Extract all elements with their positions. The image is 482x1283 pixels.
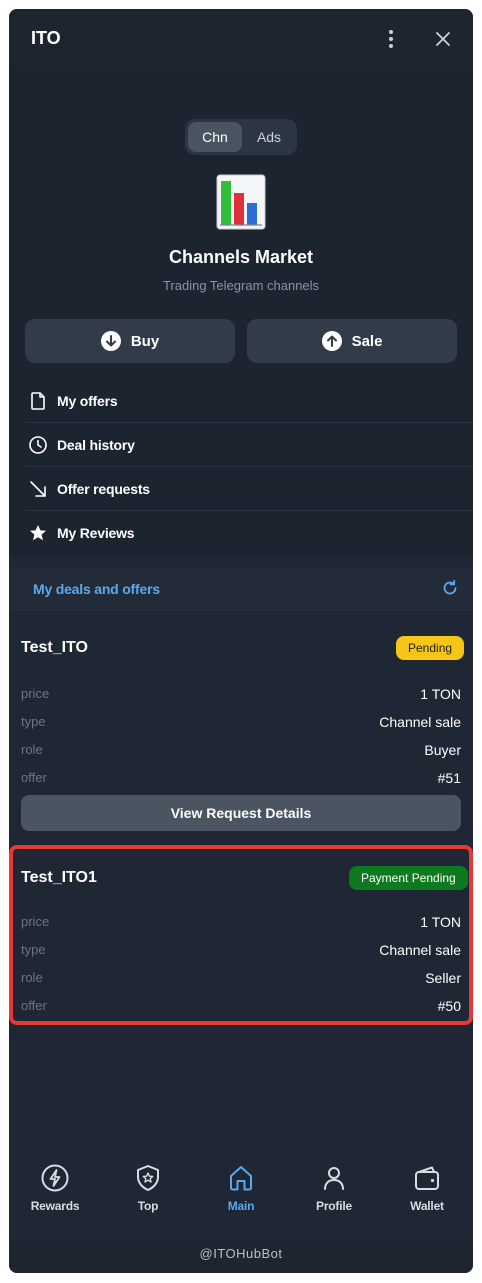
view-request-details-button[interactable]: View Request Details (21, 795, 461, 831)
row-key: type (21, 714, 46, 729)
deals-section-header: My deals and offers (9, 567, 473, 611)
window-title: ITO (31, 28, 61, 48)
category-switch: Chn Ads (185, 119, 297, 155)
refresh-icon[interactable] (441, 579, 459, 597)
arrow-down-circle-icon (100, 331, 121, 351)
bot-footer: @ITOHubBot (9, 1239, 473, 1273)
sale-button[interactable]: Sale (247, 319, 457, 363)
menu-item-label: My Reviews (57, 525, 135, 541)
page-subtitle: Trading Telegram channels (162, 278, 320, 293)
market-hero: Chn Ads Channels Market Trading Telegram… (9, 69, 473, 379)
menu-item-label: Deal history (57, 437, 135, 453)
nav-label: Main (227, 1199, 255, 1213)
row-value: 1 TON (420, 686, 461, 702)
clock-icon (29, 436, 47, 454)
bar-chart-icon (216, 174, 266, 230)
arrow-down-right-icon (30, 481, 46, 497)
person-icon (324, 1167, 344, 1190)
title-bar: ITO (9, 9, 473, 69)
deal-row-role: role Buyer (21, 737, 461, 765)
row-key: role (21, 742, 43, 757)
deal-row-type: type Channel sale (21, 709, 461, 737)
document-icon (31, 392, 45, 410)
nav-item-main[interactable]: Main (195, 1157, 287, 1217)
nav-item-wallet[interactable]: Wallet (381, 1157, 473, 1217)
arrow-up-circle-icon (321, 331, 342, 351)
more-vertical-icon[interactable] (381, 27, 401, 51)
buy-button[interactable]: Buy (25, 319, 235, 363)
deal-row-price: price 1 TON (21, 681, 461, 709)
app-window: ITO Chn Ads Channels Market Trading Tele… (9, 9, 473, 1273)
row-key: offer (21, 770, 47, 785)
nav-label: Wallet (410, 1199, 444, 1213)
tab-ads[interactable]: Ads (243, 122, 295, 152)
nav-item-top[interactable]: Top (102, 1157, 194, 1217)
menu-item-offer-requests[interactable]: Offer requests (9, 467, 473, 511)
menu-item-my-offers[interactable]: My offers (9, 379, 473, 423)
menu-item-label: Offer requests (57, 481, 150, 497)
buy-label: Buy (130, 332, 160, 350)
deals-section-title[interactable]: My deals and offers (33, 581, 160, 597)
account-menu: My offers Deal history Offer requests My… (9, 379, 473, 555)
sale-label: Sale (351, 332, 383, 350)
row-key: price (21, 686, 50, 701)
nav-item-profile[interactable]: Profile (288, 1157, 380, 1217)
status-badge: Pending (396, 636, 465, 660)
tab-chn[interactable]: Chn (188, 122, 242, 152)
menu-item-deal-history[interactable]: Deal history (9, 423, 473, 467)
nav-label: Rewards (30, 1199, 80, 1213)
menu-item-label: My offers (57, 393, 118, 409)
deal-row-offer: offer #51 (21, 765, 461, 793)
nav-label: Top (137, 1199, 159, 1213)
nav-label: Profile (316, 1199, 352, 1213)
row-value: #51 (437, 770, 461, 786)
nav-item-rewards[interactable]: Rewards (9, 1157, 101, 1217)
bottom-navigation: Rewards Top Main Profile Wallet (9, 1149, 473, 1229)
star-icon (30, 525, 46, 541)
lightning-icon (41, 1164, 69, 1192)
deal-name: Test_ITO (21, 639, 88, 656)
badge-star-icon (137, 1165, 159, 1191)
row-value: Channel sale (379, 714, 461, 730)
row-value: Buyer (424, 742, 461, 758)
menu-item-my-reviews[interactable]: My Reviews (9, 511, 473, 555)
wallet-icon (415, 1166, 439, 1190)
home-icon (230, 1166, 252, 1191)
close-icon[interactable] (433, 29, 453, 49)
selection-highlight (9, 845, 473, 1025)
page-title: Channels Market (168, 247, 314, 267)
bot-username: @ITOHubBot (199, 1246, 283, 1261)
